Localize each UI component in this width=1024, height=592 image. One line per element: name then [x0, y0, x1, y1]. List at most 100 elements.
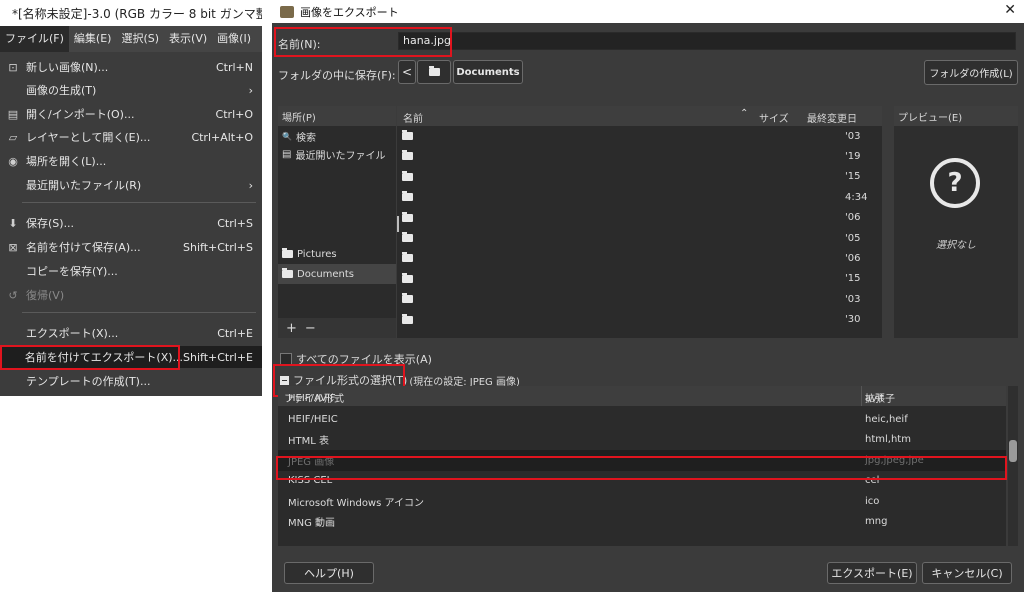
path-folder-button[interactable]: [417, 60, 451, 84]
scrollbar-thumb[interactable]: [1009, 440, 1017, 462]
search-icon: 🔍: [282, 131, 292, 141]
column-modified[interactable]: 最終変更日: [807, 110, 857, 125]
column-size[interactable]: サイズ: [759, 110, 789, 125]
file-modified: '03: [845, 130, 861, 142]
menu-item-open-as-layers[interactable]: ▱ レイヤーとして開く(E)... Ctrl+Alt+O: [0, 126, 262, 148]
menu-image[interactable]: 画像(I): [212, 26, 256, 52]
gimp-window: *[名称未設定]-3.0 (RGB カラー 8 bit ガンマ整数, GI ファ…: [0, 0, 262, 396]
menu-separator: [22, 202, 256, 203]
path-back-button[interactable]: <: [398, 60, 416, 84]
places-panel: 場所(P) 🔍 検索 ▤ 最近開いたファイル Pictures Document…: [278, 106, 396, 338]
list-splitter-handle[interactable]: [397, 216, 399, 232]
filename-input[interactable]: hana.jpg: [398, 32, 1016, 50]
menu-item-export[interactable]: エクスポート(X)... Ctrl+E: [0, 322, 262, 344]
file-modified: '19: [845, 150, 861, 162]
place-pictures[interactable]: Pictures: [278, 244, 396, 264]
folder-icon: [402, 252, 413, 263]
folder-icon: [402, 272, 413, 283]
checkbox-box[interactable]: [280, 353, 292, 365]
filetype-extension: ico: [865, 495, 880, 507]
menu-layer[interactable]: レ: [256, 26, 262, 52]
file-row[interactable]: '03: [397, 126, 882, 146]
file-row[interactable]: '15: [397, 269, 882, 289]
folder-icon: [402, 313, 413, 324]
add-place-button[interactable]: +: [286, 321, 297, 336]
path-current-button[interactable]: Documents: [453, 60, 523, 84]
preview-none-label: 選択なし: [936, 240, 976, 251]
file-modified: 4:34: [845, 191, 868, 203]
file-modified: '06: [845, 212, 861, 224]
submenu-arrow-icon: ›: [248, 178, 253, 192]
export-button[interactable]: エクスポート(E): [827, 562, 917, 584]
export-dialog: 画像をエクスポート ✕ 名前(N): hana.jpg フォルダの中に保存(F)…: [272, 0, 1024, 592]
filetype-extension: avif: [865, 393, 884, 404]
file-row[interactable]: '06: [397, 208, 882, 228]
menu-edit[interactable]: 編集(E): [69, 26, 117, 52]
menu-item-save[interactable]: ⬇ 保存(S)... Ctrl+S: [0, 212, 262, 234]
collapse-icon: [280, 375, 289, 385]
submenu-arrow-icon: ›: [248, 83, 253, 97]
file-row[interactable]: '30: [397, 310, 882, 330]
file-row[interactable]: '05: [397, 228, 882, 248]
file-list: 名前 ⌃ サイズ 最終変更日 '03 '19 '15 4:34 '06 '05 '06 '15…: [397, 106, 882, 338]
file-row[interactable]: '03: [397, 289, 882, 309]
create-folder-button[interactable]: フォルダの作成(L): [924, 60, 1018, 85]
menu-select[interactable]: 選択(S): [116, 26, 164, 52]
file-modified: '03: [845, 293, 861, 305]
open-icon: ▤: [7, 107, 19, 121]
preview-panel: プレビュー(E) ? 選択なし: [894, 106, 1018, 338]
folder-icon: [402, 170, 413, 181]
filetype-row[interactable]: Microsoft Windows アイコン ico: [278, 491, 1006, 512]
file-modified: '05: [845, 232, 861, 244]
place-recent[interactable]: ▤ 最近開いたファイル: [278, 144, 396, 164]
menu-item-create-template[interactable]: テンプレートの作成(T)...: [0, 370, 262, 392]
filetype-row[interactable]: HEIF/AVIF avif: [278, 388, 1006, 409]
file-modified: '15: [845, 171, 861, 183]
filetype-name: HEIF/HEIC: [288, 413, 338, 425]
folder-icon: [402, 130, 413, 140]
dialog-title: 画像をエクスポート: [300, 5, 399, 19]
file-row[interactable]: '06: [397, 248, 882, 268]
places-toolbar: + −: [278, 318, 396, 338]
folder-icon: [282, 248, 293, 258]
filetype-row[interactable]: HTML 表 html,htm: [278, 429, 1006, 450]
filetype-row[interactable]: KISS CEL cel: [278, 470, 1006, 491]
filetype-scrollbar[interactable]: [1008, 386, 1018, 546]
cancel-button[interactable]: キャンセル(C): [922, 562, 1012, 584]
file-row[interactable]: '15: [397, 167, 882, 187]
menu-item-open-recent[interactable]: 最近開いたファイル(R) ›: [0, 174, 262, 196]
dialog-title-bar: 画像をエクスポート ✕: [272, 0, 1024, 23]
file-list-header: 名前 ⌃ サイズ 最終変更日: [397, 106, 882, 126]
file-menu-dropdown: ⊡ 新しい画像(N)... Ctrl+N 画像の生成(T) › ▤ 開く/インポ…: [0, 52, 262, 396]
menu-item-open-location[interactable]: ◉ 場所を開く(L)...: [0, 150, 262, 172]
help-button[interactable]: ヘルプ(H): [284, 562, 374, 584]
filetype-row[interactable]: MNG 動画 mng: [278, 511, 1006, 532]
menu-item-open[interactable]: ▤ 開く/インポート(O)... Ctrl+O: [0, 103, 262, 125]
menu-item-save-as[interactable]: ⊠ 名前を付けて保存(A)... Shift+Ctrl+S: [0, 236, 262, 258]
folder-icon: [402, 293, 413, 304]
remove-place-button[interactable]: −: [305, 321, 316, 336]
file-modified: '06: [845, 252, 861, 264]
menu-view[interactable]: 表示(V): [164, 26, 212, 52]
open-as-layers-icon: ▱: [8, 130, 18, 144]
filetype-row[interactable]: JPEG 画像 jpg,jpeg,jpe: [278, 449, 1006, 471]
close-icon[interactable]: ✕: [1004, 2, 1016, 18]
show-all-files-checkbox[interactable]: すべてのファイルを表示(A): [280, 351, 432, 367]
menu-item-export-as[interactable]: 名前を付けてエクスポート(X)... Shift+Ctrl+E: [0, 346, 262, 368]
menu-item-new[interactable]: ⊡ 新しい画像(N)... Ctrl+N: [0, 56, 262, 78]
menu-item-create[interactable]: 画像の生成(T) ›: [0, 79, 262, 101]
filetype-name: HTML 表: [288, 436, 330, 447]
filetype-name: KISS CEL: [288, 475, 333, 486]
filetype-name: MNG 動画: [288, 518, 336, 529]
filetype-row[interactable]: HEIF/HEIC heic,heif: [278, 409, 1006, 430]
place-search[interactable]: 🔍 検索: [278, 126, 396, 146]
revert-icon: ↺: [8, 288, 18, 302]
file-row[interactable]: '19: [397, 146, 882, 166]
save-as-icon: ⊠: [8, 240, 18, 254]
place-documents[interactable]: Documents: [278, 264, 396, 284]
menu-item-save-copy[interactable]: コピーを保存(Y)...: [0, 260, 262, 282]
column-name[interactable]: 名前: [403, 110, 423, 125]
question-icon: ?: [930, 158, 980, 208]
menu-file[interactable]: ファイル(F): [0, 26, 69, 52]
file-row[interactable]: 4:34: [397, 187, 882, 207]
